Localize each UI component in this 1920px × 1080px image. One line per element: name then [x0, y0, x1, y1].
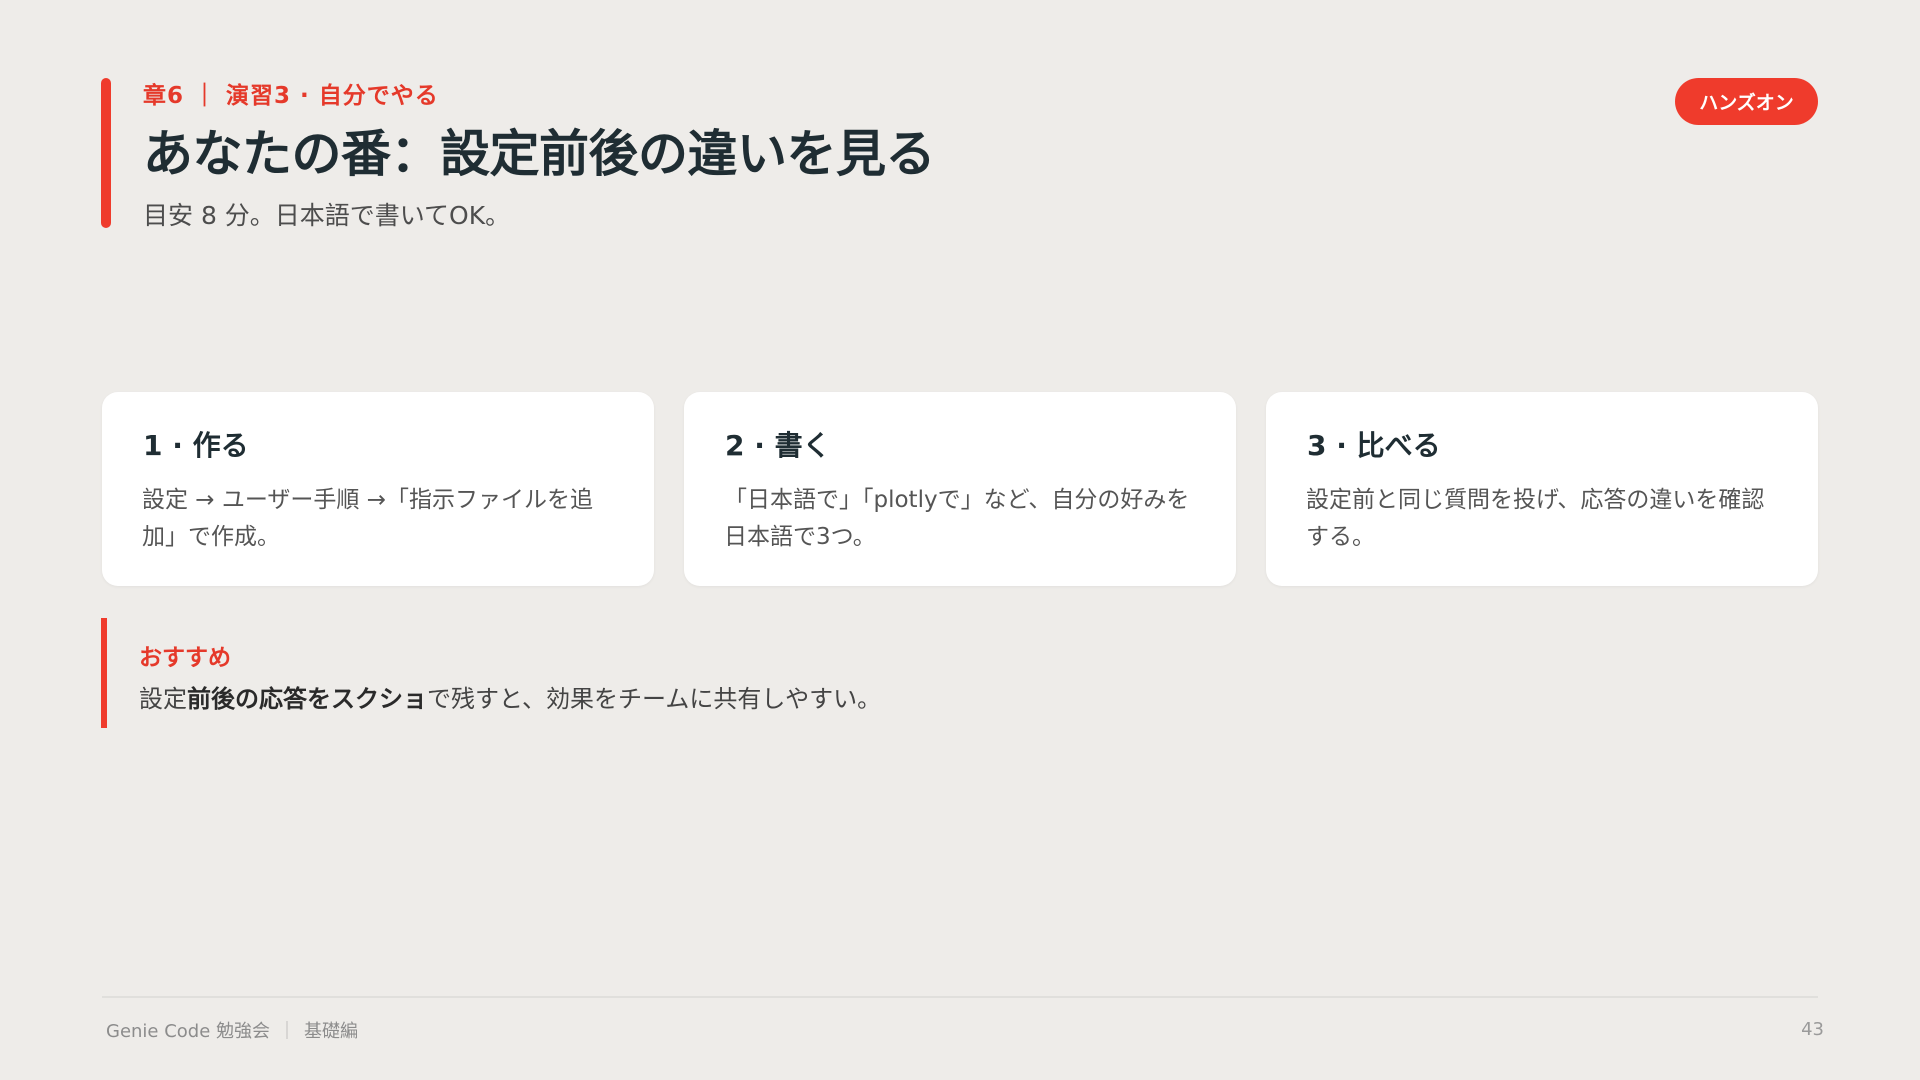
page-subtitle: 目安 8 分。日本語で書いてOK。 — [143, 201, 511, 230]
step-card-title: 1 · 作る — [143, 429, 249, 462]
footer-divider — [102, 996, 1818, 998]
callout-text-prefix: 設定 — [139, 685, 187, 713]
step-card-body: 設定前と同じ質問を投げ、応答の違いを確認する。 — [1306, 487, 1765, 550]
chapter-eyebrow: 章6 ｜ 演習3 · 自分でやる — [143, 83, 439, 109]
page-number: 43 — [1801, 1019, 1824, 1040]
footer-course-info: Genie Code 勉強会 ｜ 基礎編 — [106, 1017, 358, 1043]
recommendation-callout: おすすめ 設定前後の応答をスクショで残すと、効果をチームに共有しやすい。 — [101, 618, 1401, 728]
step-card-body: 設定 → ユーザー手順 →「指示ファイルを追加」で作成。 — [142, 487, 594, 550]
step-card-write: 2 · 書く 「日本語で」「plotlyで」など、自分の好みを日本語で3つ。 — [684, 392, 1236, 586]
footer-title: Genie Code 勉強会 — [106, 1021, 271, 1042]
step-card-title: 3 · 比べる — [1307, 429, 1441, 462]
step-card-create: 1 · 作る 設定 → ユーザー手順 →「指示ファイルを追加」で作成。 — [102, 392, 654, 586]
callout-accent-bar — [101, 618, 107, 728]
step-card-title: 2 · 書く — [725, 429, 831, 462]
footer-separator: ｜ — [278, 1021, 297, 1042]
callout-label: おすすめ — [139, 645, 231, 671]
callout-text-emphasis: 前後の応答をスクショ — [187, 685, 427, 713]
callout-text: 設定前後の応答をスクショで残すと、効果をチームに共有しやすい。 — [139, 679, 881, 714]
callout-text-suffix: で残すと、効果をチームに共有しやすい。 — [427, 685, 882, 713]
title-accent-bar — [101, 78, 111, 228]
footer-section: 基礎編 — [304, 1021, 359, 1042]
step-card-compare: 3 · 比べる 設定前と同じ質問を投げ、応答の違いを確認する。 — [1266, 392, 1818, 586]
page-title: あなたの番：設定前後の違いを見る — [143, 125, 936, 183]
step-card-body: 「日本語で」「plotlyで」など、自分の好みを日本語で3つ。 — [724, 487, 1190, 550]
hands-on-badge: ハンズオン — [1675, 78, 1818, 125]
